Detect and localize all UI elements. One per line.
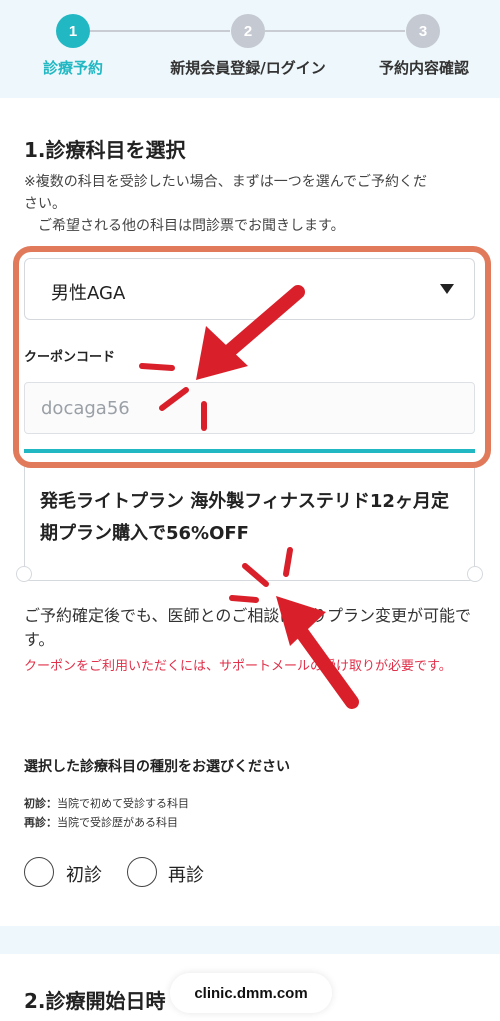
return-visit-def: 当院で受診歴がある科目: [57, 816, 178, 829]
section-2-title: 2.診療開始日時: [24, 989, 166, 1013]
return-visit-radio[interactable]: [127, 857, 157, 887]
support-mail-warning: クーポンをご利用いただくには、サポートメールの受け取りが必要です。: [24, 659, 452, 674]
first-visit-term: 初診：: [24, 797, 57, 810]
return-visit-radio-label[interactable]: 再診: [168, 861, 204, 887]
multi-subject-note-line3: ご希望される他の科目は問診票でお聞きします。: [24, 218, 345, 234]
address-bar[interactable]: clinic.dmm.com: [170, 973, 332, 1013]
coupon-description: 発毛ライトプラン 海外製フィナステリド12ヶ月定期プラン購入で56%OFF: [40, 491, 449, 544]
return-visit-term: 再診：: [24, 816, 57, 829]
step-2-label: 新規会員登録/ログイン: [170, 59, 326, 77]
section-divider: [0, 926, 500, 954]
step-1-label: 診療予約: [42, 59, 104, 77]
step-indicator: 1 2 3 診療予約 新規会員登録/ログイン 予約内容確認: [0, 0, 500, 98]
step-connector: [265, 30, 405, 32]
first-visit-radio-label[interactable]: 初診: [66, 861, 102, 887]
multi-subject-note-line1: ※複数の科目を受診したい場合、まずは一つを選んでご予約くだ: [24, 174, 428, 190]
step-3-circle: 3: [406, 14, 440, 48]
coupon-notch-left: [16, 566, 32, 582]
return-visit-definition: 再診：当院で受診歴がある科目: [24, 814, 178, 830]
step-connector: [90, 30, 230, 32]
visit-type-title: 選択した診療科目の種別をお選びください: [24, 759, 290, 775]
highlight-frame: [13, 246, 491, 468]
step-1-circle: 1: [56, 14, 90, 48]
section-1-title: 1.診療科目を選択: [24, 138, 186, 162]
step-2-circle: 2: [231, 14, 265, 48]
first-visit-radio[interactable]: [24, 857, 54, 887]
plan-change-note: ご予約確定後でも、医師とのご相談によりプラン変更が可能です。: [24, 606, 472, 649]
first-visit-definition: 初診：当院で初めて受診する科目: [24, 795, 189, 811]
first-visit-def: 当院で初めて受診する科目: [57, 797, 189, 810]
address-bar-url: clinic.dmm.com: [194, 984, 308, 1002]
step-3-label: 予約内容確認: [378, 59, 470, 77]
multi-subject-note-line2: さい。: [24, 196, 66, 212]
coupon-notch-right: [467, 566, 483, 582]
